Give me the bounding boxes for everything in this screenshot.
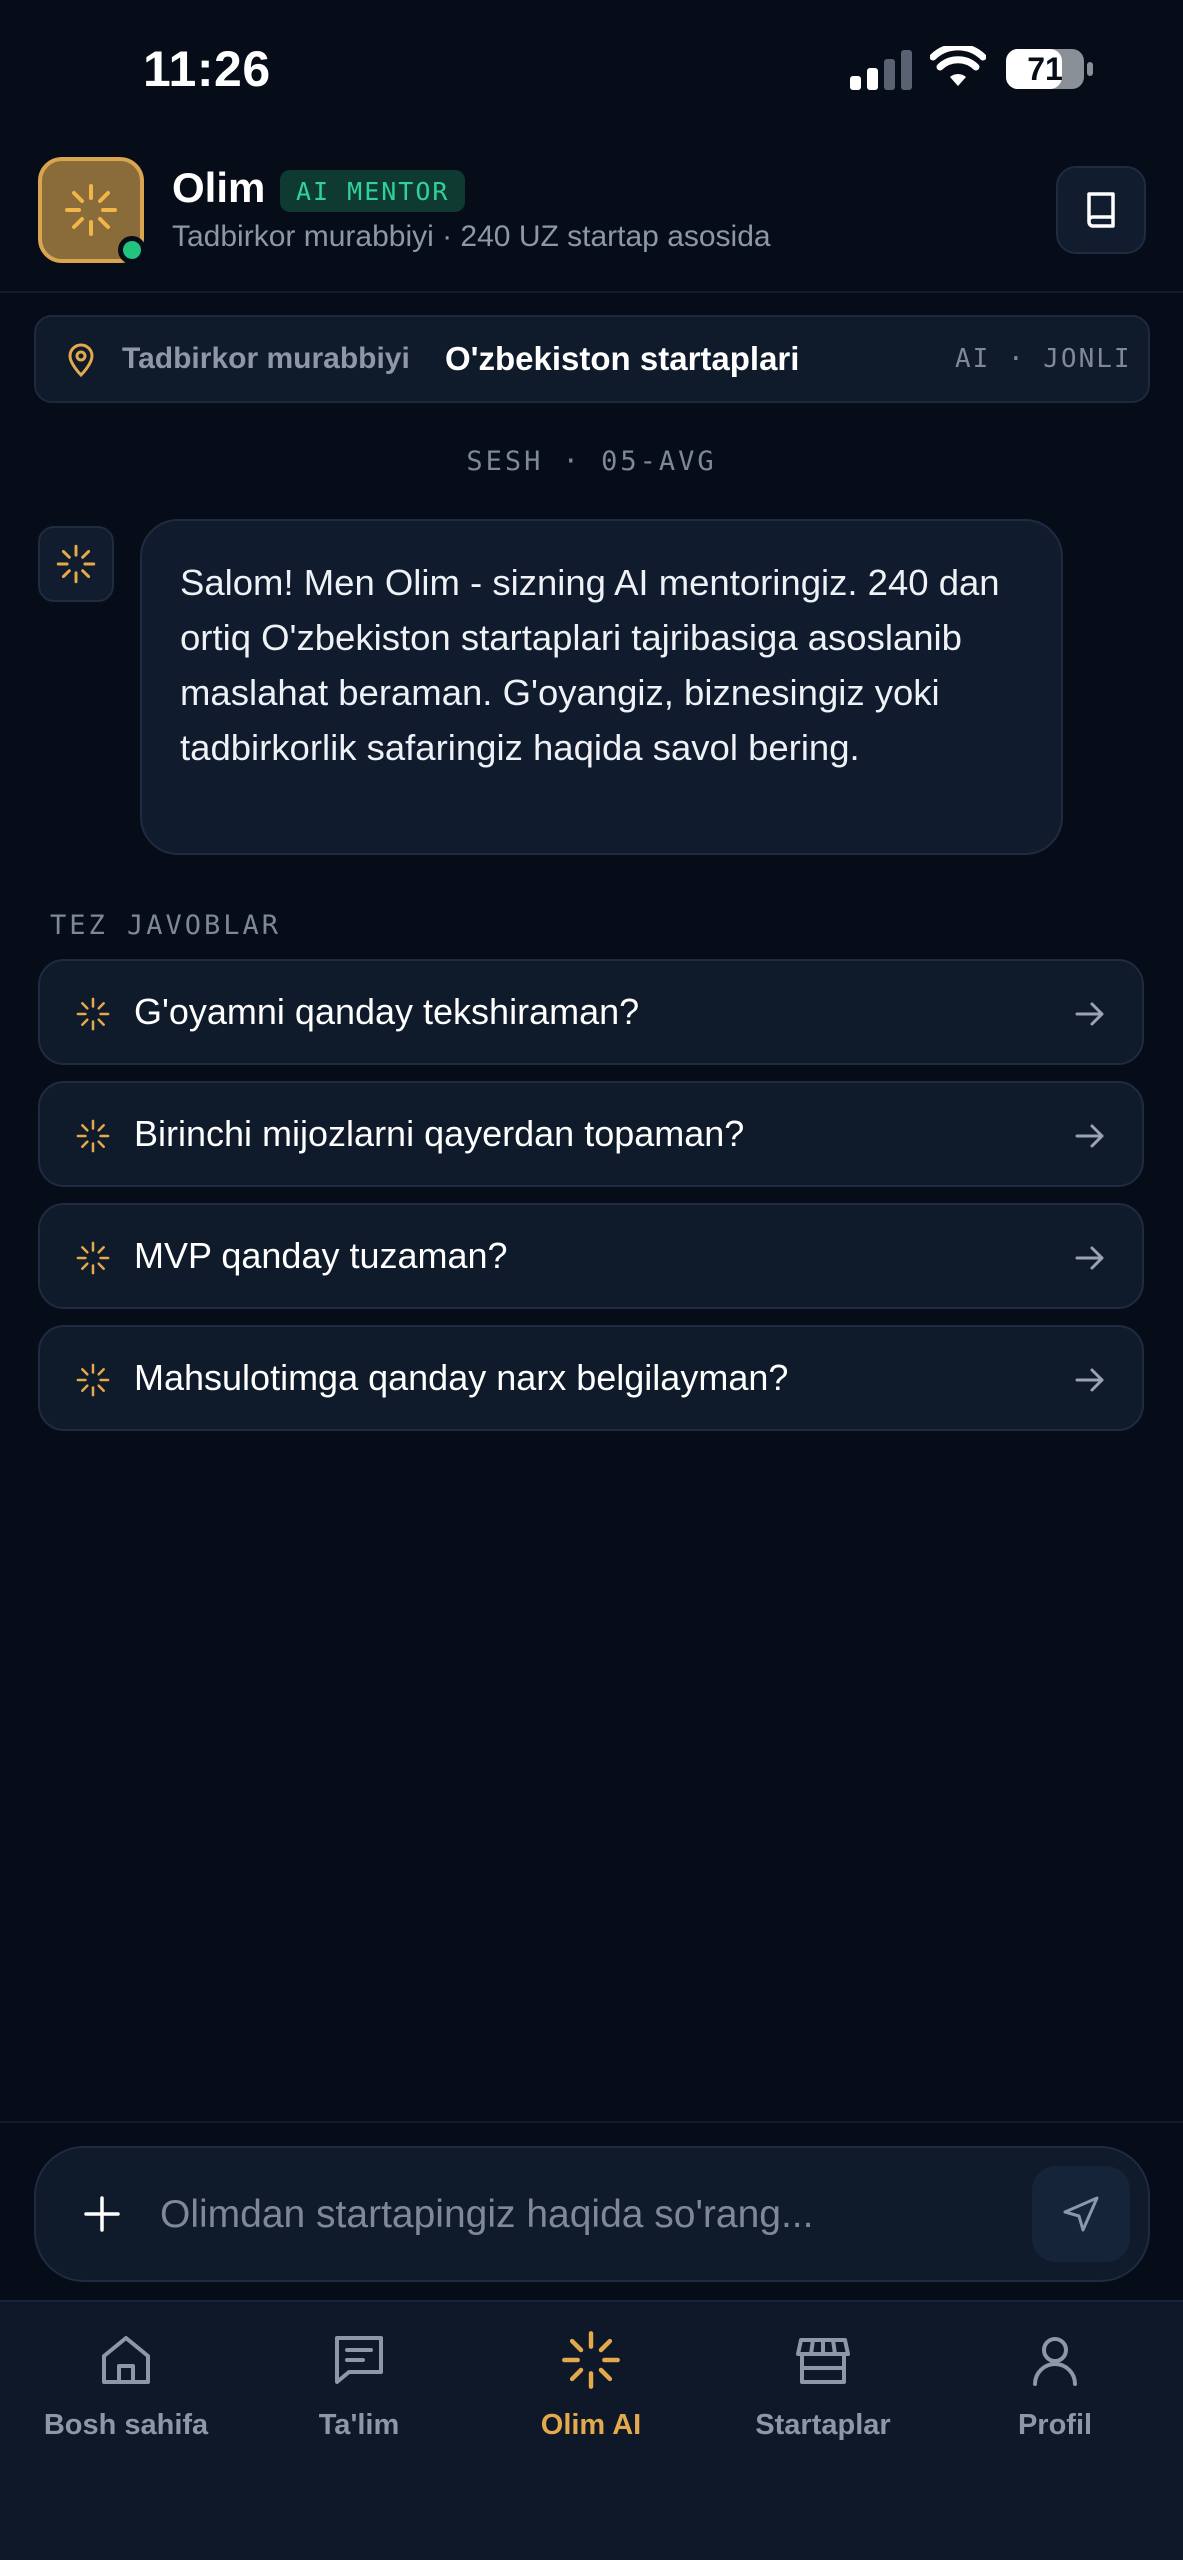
quick-reply-label: Birinchi mijozlarni qayerdan topaman? (134, 1113, 745, 1154)
nav-item-home[interactable]: Bosh sahifa (8, 2330, 244, 2480)
nav-item-startaplar[interactable]: Startaplar (705, 2330, 941, 2480)
sparkle-icon (56, 544, 96, 584)
battery-indicator: 71 (1005, 47, 1095, 91)
book-icon (1087, 192, 1115, 228)
quick-reply-label: G'oyamni qanday tekshiraman? (134, 991, 640, 1032)
signal-icon (850, 50, 912, 90)
nav-label: Olim AI (540, 2409, 642, 2441)
home-icon (102, 2336, 150, 2384)
quick-reply-item[interactable]: Birinchi mijozlarni qayerdan topaman? (38, 1081, 1144, 1187)
nav-item-profil[interactable]: Profil (937, 2330, 1173, 2480)
book-button[interactable] (1056, 166, 1146, 254)
send-button[interactable] (1032, 2166, 1130, 2262)
header-divider (0, 291, 1183, 293)
nav-item-talim[interactable]: Ta'lim (241, 2330, 477, 2480)
context-value: O'zbekiston startaplari (445, 340, 800, 377)
arrow-right-icon (1075, 1368, 1104, 1392)
sparkle-icon (76, 1241, 110, 1275)
ai-mentor-badge: AI MENTOR (280, 170, 466, 212)
send-icon (1063, 2196, 1099, 2232)
nav-label: Startaplar (755, 2409, 891, 2441)
sparkle-icon (65, 184, 117, 236)
quick-reply-item[interactable]: MVP qanday tuzaman? (38, 1203, 1144, 1309)
mentor-subtitle: Tadbirkor murabbiyi · 240 UZ startap aso… (172, 220, 771, 253)
nav-label: Ta'lim (318, 2409, 400, 2441)
mentor-name: Olim (172, 164, 266, 211)
arrow-right-icon (1075, 1246, 1104, 1270)
arrow-right-icon (1075, 1002, 1104, 1026)
nav-item-olim-ai[interactable]: Olim AI (473, 2330, 709, 2480)
context-status: AI · JONLI (955, 344, 1132, 374)
sparkle-icon (76, 1119, 110, 1153)
quick-reply-item[interactable]: G'oyamni qanday tekshiraman? (38, 959, 1144, 1065)
quick-reply-label: MVP qanday tuzaman? (134, 1235, 508, 1276)
quick-reply-label: Mahsulotimga qanday narx belgilayman? (134, 1357, 789, 1398)
bot-message: Salom! Men Olim - sizning AI mentoringiz… (140, 519, 1063, 855)
message-square-icon (335, 2336, 383, 2384)
input-divider (0, 2121, 1183, 2123)
session-label: SESH · 05-AVG (466, 446, 717, 477)
bot-avatar (38, 526, 114, 602)
context-label: Tadbirkor murabbiyi (122, 342, 410, 375)
online-status-dot (118, 236, 146, 264)
quick-reply-item[interactable]: Mahsulotimga qanday narx belgilayman? (38, 1325, 1144, 1431)
map-pin-icon (68, 343, 94, 377)
sparkle-icon (76, 997, 110, 1031)
chat-input[interactable] (160, 2180, 1000, 2250)
battery-level: 71 (1027, 51, 1063, 87)
plus-icon (84, 2196, 120, 2232)
nav-label: Bosh sahifa (43, 2409, 209, 2441)
sparkle-icon (76, 1363, 110, 1397)
store-icon (796, 2338, 850, 2384)
arrow-right-icon (1075, 1124, 1104, 1148)
nav-label: Profil (1017, 2409, 1093, 2441)
attach-button[interactable] (78, 2190, 126, 2238)
user-icon (1033, 2337, 1077, 2386)
sparkle-icon (562, 2331, 620, 2389)
wifi-icon (930, 46, 986, 86)
quick-replies-title: TEZ JAVOBLAR (50, 910, 282, 941)
status-time: 11:26 (143, 41, 271, 97)
